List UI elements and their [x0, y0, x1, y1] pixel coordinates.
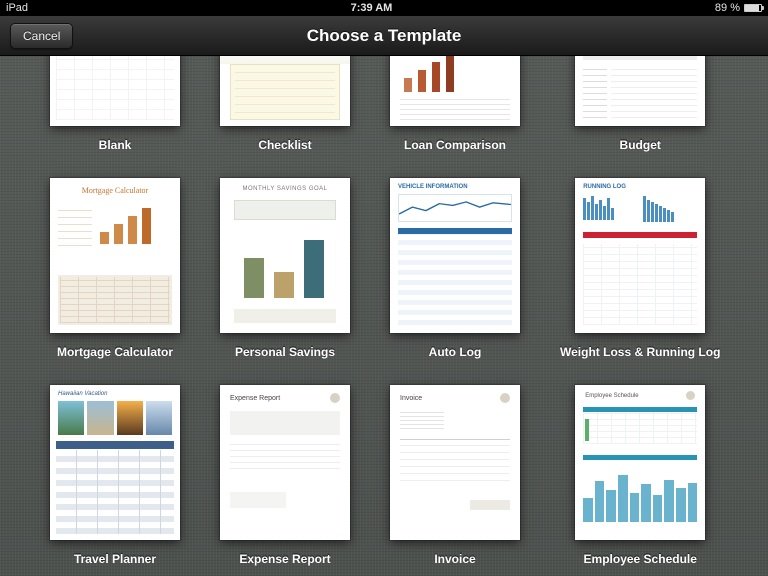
- template-expense-report[interactable]: Expense Report Expense Report: [220, 385, 350, 566]
- template-thumb[interactable]: Employee Schedule: [575, 385, 705, 540]
- template-weight-running-log[interactable]: RUNNING LOG Weight Loss & Running Log: [560, 178, 720, 359]
- status-time: 7:39 AM: [28, 2, 715, 14]
- preview-title: MONTHLY SAVINGS GOAL: [220, 186, 350, 192]
- template-thumb[interactable]: [575, 56, 705, 126]
- preview-title: Invoice: [400, 395, 422, 402]
- template-thumb[interactable]: VEHICLE INFORMATION: [390, 178, 520, 333]
- page-title: Choose a Template: [307, 26, 462, 46]
- status-bar: iPad 7:39 AM 89 %: [0, 0, 768, 16]
- template-employee-schedule[interactable]: Employee Schedule Employee Schedule: [560, 385, 720, 566]
- template-thumb[interactable]: [390, 56, 520, 126]
- template-thumb[interactable]: [220, 56, 350, 126]
- template-label: Mortgage Calculator: [57, 345, 173, 359]
- template-grid[interactable]: Blank Checklist Loan Comparison Budget M…: [0, 56, 768, 576]
- template-thumb[interactable]: Mortgage Calculator: [50, 178, 180, 333]
- preview-title: Mortgage Calculator: [50, 186, 180, 195]
- logo-icon: [330, 393, 340, 403]
- template-travel-planner[interactable]: Hawaiian Vacation Travel Planner: [50, 385, 180, 566]
- template-label: Checklist: [258, 138, 311, 152]
- template-thumb[interactable]: [50, 56, 180, 126]
- preview-title: Expense Report: [230, 395, 280, 402]
- template-label: Budget: [620, 138, 661, 152]
- logo-icon: [500, 393, 510, 403]
- preview-title: VEHICLE INFORMATION: [398, 184, 468, 190]
- template-thumb[interactable]: MONTHLY SAVINGS GOAL: [220, 178, 350, 333]
- header-bar: Cancel Choose a Template: [0, 16, 768, 56]
- preview-title: RUNNING LOG: [583, 184, 626, 190]
- status-right: 89 %: [715, 2, 762, 14]
- battery-percent: 89 %: [715, 2, 740, 14]
- cancel-button[interactable]: Cancel: [10, 23, 73, 49]
- preview-title: Employee Schedule: [585, 393, 638, 399]
- template-label: Expense Report: [239, 552, 330, 566]
- template-thumb[interactable]: Hawaiian Vacation: [50, 385, 180, 540]
- template-auto-log[interactable]: VEHICLE INFORMATION Auto Log: [390, 178, 520, 359]
- template-label: Invoice: [434, 552, 475, 566]
- logo-icon: [686, 391, 695, 400]
- template-label: Blank: [99, 138, 132, 152]
- preview-title: Hawaiian Vacation: [58, 391, 107, 397]
- template-thumb[interactable]: RUNNING LOG: [575, 178, 705, 333]
- template-personal-savings[interactable]: MONTHLY SAVINGS GOAL Personal Savings: [220, 178, 350, 359]
- template-budget[interactable]: Budget: [560, 56, 720, 152]
- template-mortgage-calculator[interactable]: Mortgage Calculator Mortgage Calculator: [50, 178, 180, 359]
- template-label: Auto Log: [429, 345, 482, 359]
- template-label: Loan Comparison: [404, 138, 506, 152]
- template-label: Employee Schedule: [584, 552, 697, 566]
- template-checklist[interactable]: Checklist: [220, 56, 350, 152]
- template-invoice[interactable]: Invoice Invoice: [390, 385, 520, 566]
- battery-icon: [744, 4, 762, 12]
- template-label: Weight Loss & Running Log: [560, 345, 720, 359]
- template-loan-comparison[interactable]: Loan Comparison: [390, 56, 520, 152]
- template-blank[interactable]: Blank: [50, 56, 180, 152]
- template-thumb[interactable]: Expense Report: [220, 385, 350, 540]
- template-label: Travel Planner: [74, 552, 156, 566]
- template-thumb[interactable]: Invoice: [390, 385, 520, 540]
- status-carrier: iPad: [6, 2, 28, 14]
- template-label: Personal Savings: [235, 345, 335, 359]
